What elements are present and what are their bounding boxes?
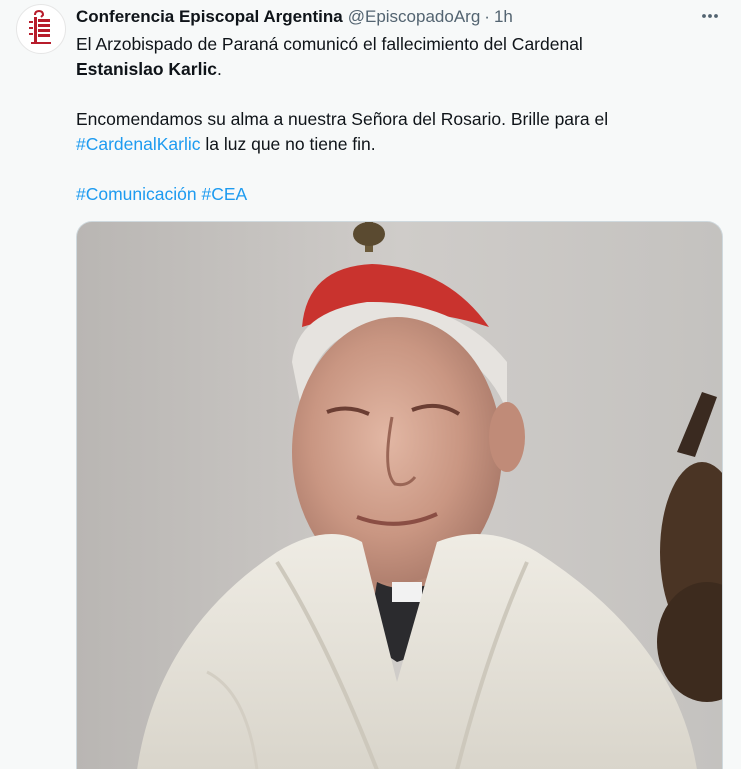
more-options-button[interactable] [693, 2, 727, 30]
cea-logo-icon [22, 9, 60, 48]
tweet-paragraph-2: Encomendamos su alma a nuestra Señora de… [76, 107, 716, 157]
cardinal-portrait-image [77, 222, 722, 769]
tweet-text: El Arzobispado de Paraná comunicó el fal… [76, 32, 716, 207]
tweet-paragraph-1: El Arzobispado de Paraná comunicó el fal… [76, 32, 716, 82]
tweet-media-photo[interactable] [76, 221, 723, 769]
tweet-timestamp[interactable]: 1h [494, 7, 513, 27]
hashtag-cardenalkarlic[interactable]: #CardenalKarlic [76, 134, 201, 154]
author-handle[interactable]: @EpiscopadoArg [348, 7, 481, 27]
tweet-text-line: la luz que no tiene fin. [200, 134, 376, 154]
more-horizontal-icon [702, 14, 718, 18]
author-display-name[interactable]: Conferencia Episcopal Argentina [76, 7, 343, 27]
tweet-text-line: El Arzobispado de Paraná comunicó el fal… [76, 34, 583, 54]
tweet-text-line: Encomendamos su alma a nuestra Señora de… [76, 109, 609, 129]
period: . [217, 59, 222, 79]
tweet-header: Conferencia Episcopal Argentina @Episcop… [76, 6, 681, 28]
cardinal-name: Estanislao Karlic [76, 59, 218, 79]
tweet-paragraph-3: #Comunicación #CEA [76, 182, 716, 207]
hashtag-comunicacion[interactable]: #Comunicación [76, 184, 197, 204]
header-separator: · [484, 7, 490, 26]
hashtag-cea[interactable]: #CEA [202, 184, 248, 204]
avatar[interactable] [16, 4, 66, 54]
